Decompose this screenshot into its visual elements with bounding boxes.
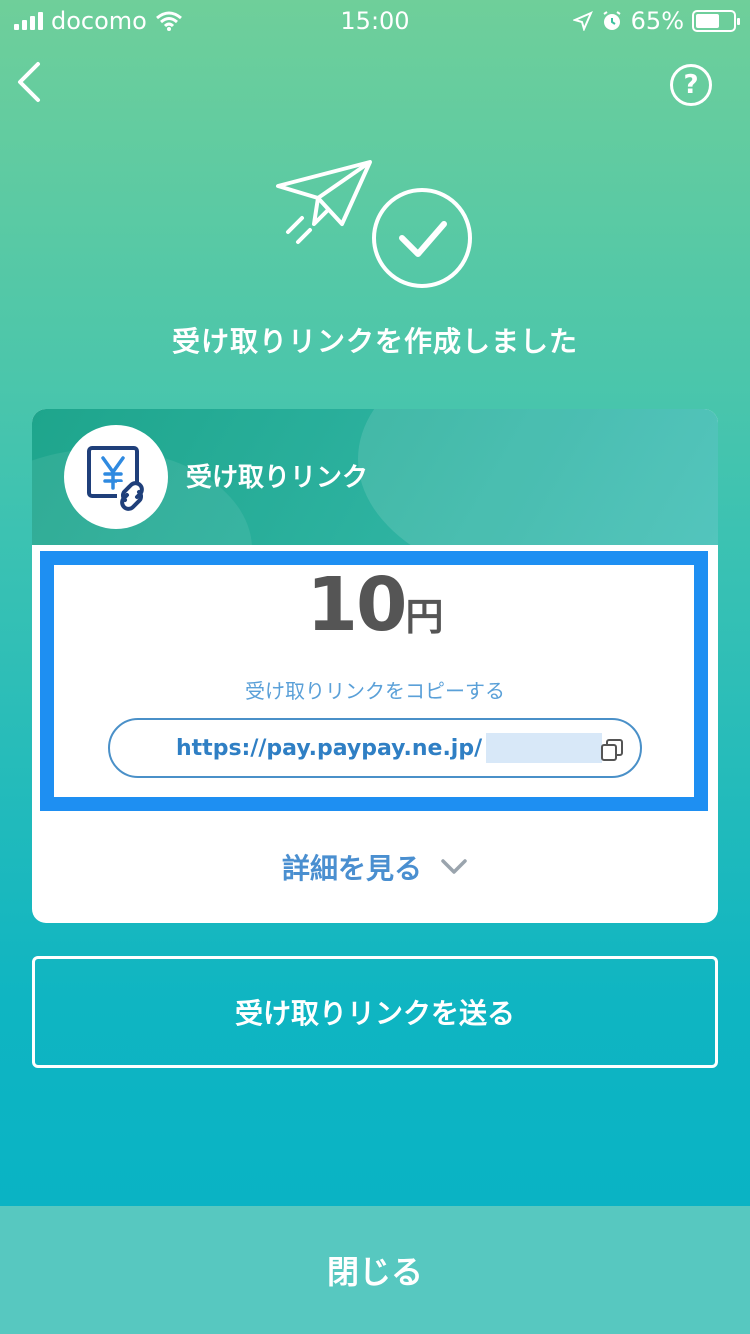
receive-link-card: 受け取りリンク 10円 受け取りリンクをコピーする https://pay.pa… (32, 409, 718, 923)
battery-icon (692, 10, 740, 32)
status-bar: docomo 15:00 65% (0, 0, 750, 42)
signal-icon (14, 12, 43, 30)
status-left: docomo (14, 7, 183, 35)
details-label: 詳細を見る (281, 852, 422, 885)
link-url-field[interactable]: https://pay.paypay.ne.jp/ (108, 718, 642, 778)
battery-percent: 65% (630, 7, 684, 35)
card-header: 受け取りリンク (32, 409, 718, 545)
amount-value: 10 (306, 562, 408, 648)
yen-link-icon (64, 425, 168, 529)
copy-link-label[interactable]: 受け取りリンクをコピーする (32, 675, 718, 704)
help-button[interactable]: ? (670, 64, 712, 106)
carrier-name: docomo (51, 7, 147, 35)
link-url-text: https://pay.paypay.ne.jp/ (176, 735, 483, 761)
battery-fill (696, 14, 720, 28)
amount-display: 10円 (32, 562, 718, 648)
url-redaction (486, 733, 603, 763)
help-icon: ? (683, 70, 699, 100)
paper-plane-check-icon (276, 160, 472, 288)
page-title: 受け取りリンクを作成しました (171, 325, 578, 358)
location-icon (572, 11, 593, 31)
card-header-label: 受け取りリンク (186, 463, 369, 493)
chevron-down-icon (441, 859, 467, 874)
back-chevron-icon[interactable] (10, 58, 50, 106)
close-button[interactable]: 閉じる (0, 1206, 750, 1334)
amount-currency: 円 (405, 595, 444, 639)
send-link-label: 受け取りリンクを送る (234, 997, 515, 1030)
send-link-button[interactable]: 受け取りリンクを送る (32, 956, 718, 1068)
details-toggle[interactable]: 詳細を見る (32, 847, 718, 887)
alarm-icon (603, 11, 621, 30)
wifi-icon (155, 11, 182, 31)
copy-icon[interactable] (600, 738, 624, 762)
close-label: 閉じる (326, 1253, 423, 1291)
status-right: 65% (572, 7, 740, 35)
